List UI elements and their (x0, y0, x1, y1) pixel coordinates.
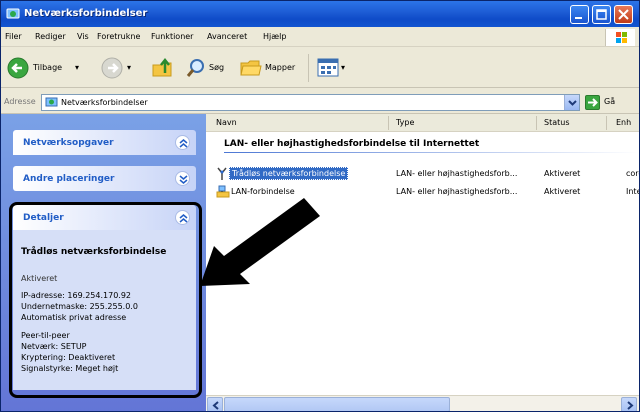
window-title: Netværksforbindelser (24, 8, 148, 19)
folders-icon (240, 60, 262, 76)
wireless-icon (217, 167, 227, 180)
forward-arrow-icon (101, 57, 123, 79)
chevron-up-icon[interactable] (175, 135, 190, 150)
forward-dropdown-icon[interactable]: ▾ (127, 63, 131, 72)
up-folder-icon (152, 57, 172, 77)
group-header: LAN- eller højhastighedsforbindelse til … (224, 139, 480, 149)
minimize-button[interactable] (570, 5, 589, 24)
address-bar: Adresse Netværksforbindelser Gå (1, 89, 639, 114)
connection-status: Aktiveret (544, 169, 581, 178)
close-icon (618, 9, 629, 20)
toolbar: Tilbage ▾ ▾ Søg Mapper ▾ (1, 48, 639, 88)
address-field[interactable]: Netværksforbindelser (41, 94, 580, 111)
column-header-device[interactable]: Enh (616, 118, 631, 127)
menu-tools[interactable]: Funktioner (151, 32, 193, 41)
maximize-icon (596, 9, 607, 20)
windows-logo-icon (605, 29, 635, 46)
back-label: Tilbage (33, 63, 63, 72)
horizontal-scrollbar[interactable] (206, 395, 639, 411)
menu-advanced[interactable]: Avanceret (207, 32, 247, 41)
panel-other-places[interactable]: Andre placeringer (13, 166, 196, 191)
arrow-pointer-icon (200, 198, 320, 286)
details-highlight-frame (9, 202, 202, 398)
views-button[interactable]: ▾ (315, 48, 355, 88)
views-icon (317, 58, 339, 77)
connection-name[interactable]: Trådløs netværksforbindelse (229, 167, 349, 180)
minimize-icon (575, 17, 582, 19)
scroll-thumb[interactable] (224, 397, 450, 411)
up-button[interactable] (149, 48, 179, 88)
back-dropdown-icon[interactable]: ▾ (75, 63, 79, 72)
menu-view[interactable]: Vis (77, 32, 89, 41)
toolbar-separator (308, 54, 309, 82)
network-connections-icon (45, 97, 58, 107)
connection-device: core (626, 169, 639, 178)
title-bar[interactable]: Netværksforbindelser (1, 1, 639, 27)
address-label: Adresse (4, 97, 36, 106)
forward-button[interactable]: ▾ (99, 48, 145, 88)
connection-type: LAN- eller højhastighedsforb... (396, 187, 518, 196)
back-button[interactable]: Tilbage ▾ (5, 48, 95, 88)
connection-type: LAN- eller højhastighedsforb... (396, 169, 518, 178)
group-divider (224, 152, 639, 153)
panel-network-tasks[interactable]: Netværksopgaver (13, 130, 196, 155)
column-header-status[interactable]: Status (544, 118, 570, 127)
search-button[interactable]: Søg (183, 48, 241, 88)
menu-file[interactable]: Filer (5, 32, 22, 41)
scroll-left-button[interactable] (207, 397, 223, 411)
scroll-right-button[interactable] (621, 397, 637, 411)
menu-favorites[interactable]: Foretrukne (97, 32, 140, 41)
chevron-left-icon (212, 401, 219, 410)
folders-button[interactable]: Mapper (237, 48, 303, 88)
menu-edit[interactable]: Rediger (35, 32, 66, 41)
explorer-window: Netværksforbindelser Filer Rediger Vis F… (0, 0, 640, 412)
connection-device: Intel (626, 187, 639, 196)
column-header-type[interactable]: Type (396, 118, 414, 127)
address-value: Netværksforbindelser (61, 98, 148, 107)
go-label[interactable]: Gå (604, 97, 615, 106)
network-connections-icon (6, 8, 20, 19)
close-button[interactable] (614, 5, 633, 24)
chevron-down-icon (568, 100, 577, 106)
connection-status: Aktiveret (544, 187, 581, 196)
chevron-right-icon (627, 401, 634, 410)
search-icon (186, 59, 204, 77)
back-arrow-icon (7, 57, 29, 79)
column-header-name[interactable]: Navn (216, 118, 237, 127)
go-button[interactable] (585, 95, 600, 110)
views-dropdown-icon[interactable]: ▾ (341, 63, 345, 72)
search-label: Søg (209, 63, 225, 72)
panel-title: Andre placeringer (23, 174, 115, 184)
list-item[interactable]: Trådløs netværksforbindelse LAN- eller h… (206, 167, 639, 181)
column-headers: Navn Type Status Enh (206, 114, 639, 132)
go-arrow-icon (588, 98, 598, 107)
maximize-button[interactable] (592, 5, 611, 24)
address-dropdown-button[interactable] (564, 95, 579, 110)
chevron-down-icon[interactable] (175, 171, 190, 186)
menu-help[interactable]: Hjælp (263, 32, 286, 41)
folders-label: Mapper (265, 63, 296, 72)
menu-bar: Filer Rediger Vis Foretrukne Funktioner … (1, 27, 639, 47)
panel-title: Netværksopgaver (23, 138, 114, 148)
